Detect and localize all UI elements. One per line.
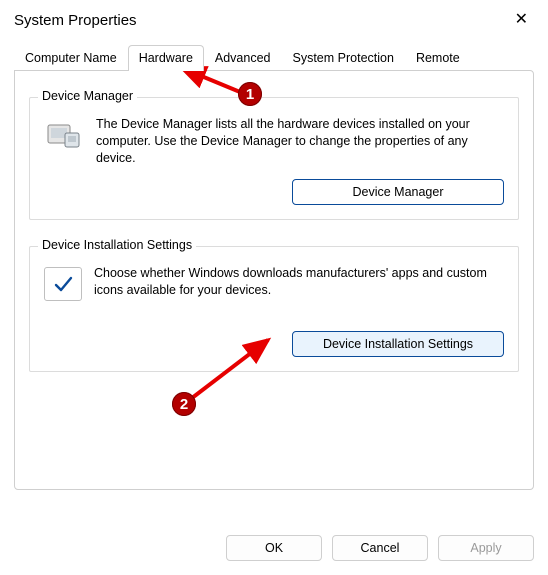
tab-strip: Computer Name Hardware Advanced System P… (14, 44, 534, 70)
tab-remote[interactable]: Remote (405, 45, 471, 71)
ok-button[interactable]: OK (226, 535, 322, 561)
titlebar: System Properties ✕ (0, 0, 548, 38)
device-manager-button[interactable]: Device Manager (292, 179, 504, 205)
window-title: System Properties (14, 12, 137, 29)
tab-system-protection[interactable]: System Protection (282, 45, 405, 71)
device-installation-settings-button[interactable]: Device Installation Settings (292, 331, 504, 357)
tab-page-hardware: Device Manager The Device Manager lists … (14, 70, 534, 490)
group-device-installation: Device Installation Settings Choose whet… (29, 246, 519, 372)
checkmark-icon (44, 267, 82, 301)
close-icon[interactable]: ✕ (509, 10, 534, 30)
tab-hardware[interactable]: Hardware (128, 45, 204, 71)
dialog-footer: OK Cancel Apply (0, 525, 548, 575)
device-installation-description: Choose whether Windows downloads manufac… (94, 265, 504, 301)
annotation-badge-1: 1 (238, 82, 262, 106)
apply-button[interactable]: Apply (438, 535, 534, 561)
group-label-device-manager: Device Manager (38, 89, 137, 103)
device-manager-description: The Device Manager lists all the hardwar… (96, 116, 504, 167)
cancel-button[interactable]: Cancel (332, 535, 428, 561)
tab-container: Computer Name Hardware Advanced System P… (0, 44, 548, 490)
tab-advanced[interactable]: Advanced (204, 45, 282, 71)
tab-computer-name[interactable]: Computer Name (14, 45, 128, 71)
annotation-badge-2: 2 (172, 392, 196, 416)
group-device-manager: Device Manager The Device Manager lists … (29, 97, 519, 220)
device-manager-icon (44, 116, 84, 156)
group-label-device-installation: Device Installation Settings (38, 238, 196, 252)
